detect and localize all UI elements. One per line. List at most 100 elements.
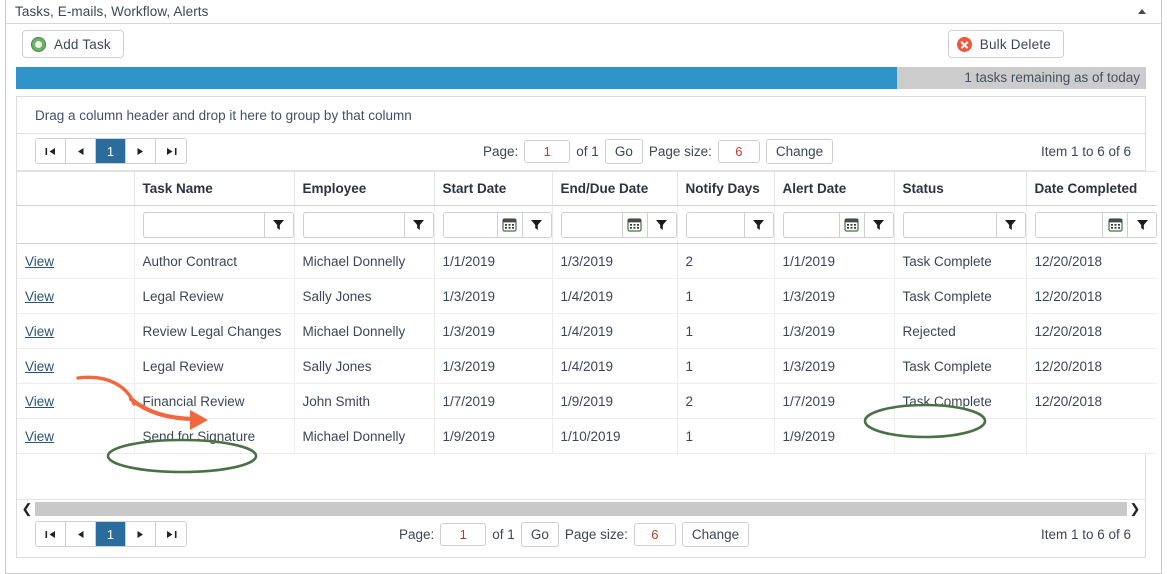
pager-bottom-pagesize-input[interactable] <box>633 523 676 546</box>
cell-view: View <box>17 348 134 384</box>
pager-top-go-button[interactable]: Go <box>604 139 643 164</box>
column-header-task[interactable]: Task Name <box>133 171 294 206</box>
pager-bottom-go-button[interactable]: Go <box>520 522 559 547</box>
cell-start: 1/3/2019 <box>433 313 552 349</box>
column-header-status[interactable]: Status <box>893 171 1026 206</box>
column-header-view[interactable] <box>17 171 134 206</box>
view-link[interactable]: View <box>25 289 54 304</box>
table-row: View Send for Signature Michael Donnelly 1/… <box>17 418 1157 454</box>
group-drop-hint: Drag a column header and drop it here to… <box>35 107 412 123</box>
tasks-panel: Tasks, E-mails, Workflow, Alerts Add Tas… <box>5 0 1162 574</box>
filter-input-task[interactable] <box>142 211 265 238</box>
pager-top-current-page[interactable]: 1 <box>96 139 126 163</box>
scroll-left-icon[interactable]: ❮ <box>19 501 35 517</box>
next-page-icon[interactable] <box>126 522 156 546</box>
filter-funnel-icon[interactable] <box>263 211 294 238</box>
filter-cell-view <box>17 205 134 244</box>
table-filter-row <box>17 205 1157 244</box>
cell-emp: Michael Donnelly <box>293 313 434 349</box>
cell-end: 1/4/2019 <box>551 348 677 384</box>
last-page-icon[interactable] <box>156 522 186 546</box>
filter-input-end[interactable] <box>560 211 623 238</box>
view-link[interactable]: View <box>25 394 54 409</box>
cell-task: Author Contract <box>133 243 294 279</box>
filter-funnel-icon[interactable] <box>403 211 434 238</box>
filter-input-alert[interactable] <box>782 211 840 238</box>
cell-alert: 1/7/2019 <box>773 383 894 419</box>
next-page-icon[interactable] <box>126 139 156 163</box>
pager-top-change-button[interactable]: Change <box>765 139 834 164</box>
cell-status: Rejected <box>893 313 1026 349</box>
view-link[interactable]: View <box>25 324 54 339</box>
collapse-up-icon[interactable] <box>1135 5 1149 19</box>
filter-widget-notify <box>685 211 774 238</box>
column-header-emp[interactable]: Employee <box>293 171 434 206</box>
view-link[interactable]: View <box>25 254 54 269</box>
cell-view: View <box>17 313 134 349</box>
filter-input-done[interactable] <box>1034 211 1103 238</box>
bulk-delete-button[interactable]: Bulk Delete <box>947 30 1064 58</box>
filter-funnel-icon[interactable] <box>1127 211 1157 238</box>
first-page-icon[interactable] <box>36 522 66 546</box>
pager-top-navgroup: 1 <box>35 138 187 164</box>
calendar-icon[interactable] <box>1102 211 1128 238</box>
view-link[interactable]: View <box>25 429 54 444</box>
table-row: View Author Contract Michael Donnelly 1/1/2… <box>17 243 1157 279</box>
first-page-icon[interactable] <box>36 139 66 163</box>
scroll-right-icon[interactable]: ❯ <box>1127 501 1143 517</box>
cell-notify: 1 <box>676 348 774 384</box>
pager-top-pagesize-input[interactable] <box>717 140 760 163</box>
filter-cell-done <box>1025 205 1157 244</box>
pager-bottom-page-label: Page: <box>399 527 435 542</box>
pager-top-item-count: Item 1 to 6 of 6 <box>1040 144 1131 159</box>
progress-fill <box>16 67 898 89</box>
filter-funnel-icon[interactable] <box>646 211 677 238</box>
filter-input-status[interactable] <box>902 211 997 238</box>
column-header-end[interactable]: End/Due Date <box>551 171 677 206</box>
filter-input-notify[interactable] <box>685 211 745 238</box>
pager-top-page-input[interactable] <box>524 140 571 163</box>
view-link[interactable]: View <box>25 359 54 374</box>
column-header-notify[interactable]: Notify Days <box>676 171 774 206</box>
add-task-button[interactable]: Add Task <box>22 30 124 58</box>
filter-cell-emp <box>293 205 434 244</box>
last-page-icon[interactable] <box>156 139 186 163</box>
scrollbar-thumb[interactable] <box>35 502 1127 516</box>
cell-status: Task Complete <box>893 278 1026 314</box>
cell-start: 1/3/2019 <box>433 348 552 384</box>
group-drop-area[interactable]: Drag a column header and drop it here to… <box>17 97 1145 134</box>
filter-input-emp[interactable] <box>302 211 405 238</box>
filter-funnel-icon[interactable] <box>743 211 774 238</box>
cell-view: View <box>17 418 134 454</box>
cell-emp: Sally Jones <box>293 348 434 384</box>
filter-cell-notify <box>676 205 774 244</box>
column-header-done[interactable]: Date Completed <box>1025 171 1157 206</box>
cell-done: 12/20/2018 <box>1025 278 1157 314</box>
table-row: View Legal Review Sally Jones 1/3/2019 1/4/2… <box>17 348 1157 384</box>
cell-emp: Michael Donnelly <box>293 418 434 454</box>
table-row: View Financial Review John Smith 1/7/2019 1/… <box>17 383 1157 419</box>
pager-bottom-change-button[interactable]: Change <box>681 522 750 547</box>
column-header-start[interactable]: Start Date <box>433 171 552 206</box>
prev-page-icon[interactable] <box>66 522 96 546</box>
pager-bottom-controls: Page: of 1 Go Page size: Change <box>399 522 750 547</box>
filter-funnel-icon[interactable] <box>521 211 552 238</box>
calendar-icon[interactable] <box>838 211 865 238</box>
calendar-icon[interactable] <box>496 211 523 238</box>
cell-done: 12/20/2018 <box>1025 243 1157 279</box>
pager-bottom-current-page[interactable]: 1 <box>96 522 126 546</box>
prev-page-icon[interactable] <box>66 139 96 163</box>
filter-funnel-icon[interactable] <box>995 211 1026 238</box>
pager-bottom-page-input[interactable] <box>440 523 487 546</box>
bulk-delete-label: Bulk Delete <box>979 36 1051 52</box>
filter-input-start[interactable] <box>442 211 498 238</box>
cell-task: Legal Review <box>133 348 294 384</box>
horizontal-scrollbar[interactable]: ❮ ❯ <box>17 499 1145 517</box>
column-header-alert[interactable]: Alert Date <box>773 171 894 206</box>
cell-end: 1/4/2019 <box>551 313 677 349</box>
table-header-row: Task Name Employee Start Date End/Due Date N… <box>17 171 1157 206</box>
panel-titlebar: Tasks, E-mails, Workflow, Alerts <box>6 0 1161 24</box>
cell-alert: 1/1/2019 <box>773 243 894 279</box>
filter-funnel-icon[interactable] <box>863 211 894 238</box>
calendar-icon[interactable] <box>621 211 648 238</box>
